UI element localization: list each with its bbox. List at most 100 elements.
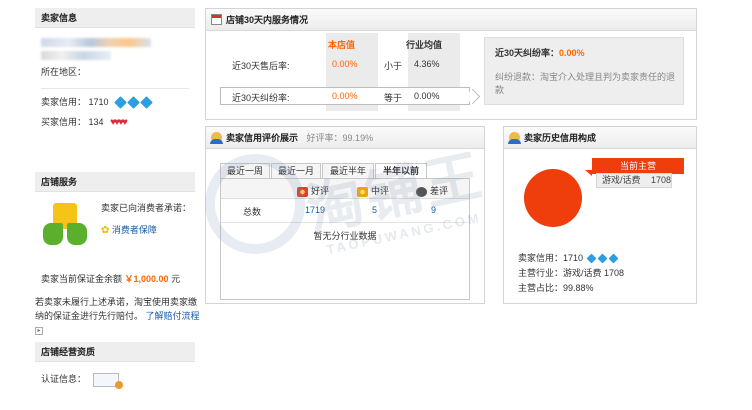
head-mid-label: 中评 xyxy=(371,186,390,196)
shop-qualification-title: 店铺经营资质 xyxy=(35,342,195,362)
location-label: 所在地区： xyxy=(41,67,87,77)
buyer-credit-line: 买家信用： 134 ♥♥♥♥ xyxy=(41,114,189,130)
head-good: 好评 xyxy=(297,184,329,197)
row2-industry: 0.00% xyxy=(414,91,440,101)
blurred-seller-name xyxy=(41,38,151,47)
history-industry-label: 主营行业： xyxy=(518,268,564,278)
service-30d-title: 店铺30天内服务情况 xyxy=(226,15,309,25)
credit-history-title: 卖家历史信用构成 xyxy=(524,133,597,143)
diamond-icon xyxy=(586,253,597,264)
seller-credit-line: 卖家信用： 1710 xyxy=(41,94,189,110)
consumer-protection-link[interactable]: 消费者保障 xyxy=(112,225,157,235)
promise-block: 卖家已向消费者承诺： ✿ 消费者保障 xyxy=(101,200,191,239)
consumer-protection-icon xyxy=(43,199,87,251)
arrow-right-icon[interactable]: ▸ xyxy=(35,326,43,335)
head-good-label: 好评 xyxy=(311,186,330,196)
good-rating-icon xyxy=(297,186,308,197)
deposit-line: 卖家当前保证金余额 ￥1,000.00 元 xyxy=(41,272,180,285)
no-industry-data: 暂无分行业数据 xyxy=(313,231,377,241)
note-line-2-wrap: 纳的保证金进行先行赔付。 了解赔付流程 ▸ xyxy=(35,309,210,337)
head-mid: 中评 xyxy=(357,184,389,197)
current-main-tag: 当前主营 xyxy=(585,158,684,176)
buyer-credit-value: 134 xyxy=(88,117,104,127)
deposit-unit: 元 xyxy=(171,274,181,284)
compensation-process-link[interactable]: 了解赔付流程 xyxy=(146,311,200,321)
history-credit-label: 卖家信用： xyxy=(518,253,564,263)
history-credit-value: 1710 xyxy=(563,253,584,263)
certificate-icon[interactable] xyxy=(92,372,123,389)
rating-table: 好评 中评 差评 总数 1719 5 9 暂无分行业数据 xyxy=(220,178,470,300)
calendar-icon xyxy=(211,14,222,25)
compensation-note: 若卖家未履行上述承诺，淘宝使用卖家缴 纳的保证金进行先行赔付。 了解赔付流程 ▸ xyxy=(35,295,210,337)
tag-value: 1708 xyxy=(651,175,672,185)
history-industry-line: 主营行业：游戏/话费 1708 xyxy=(518,266,624,281)
col-industry-avg: 行业均值 xyxy=(406,40,443,50)
promise-link-line: ✿ 消费者保障 xyxy=(101,222,191,239)
pie-slice-main-category[interactable] xyxy=(524,169,582,227)
row1-shop: 0.00% xyxy=(332,59,358,69)
history-share-label: 主营占比： xyxy=(518,283,564,293)
diamond-icon[interactable] xyxy=(114,96,127,109)
credit-rating-panel: 卖家信用评价展示 好评率：99.19% 最近一周 最近一月 最近半年 半年以前 … xyxy=(205,126,485,304)
history-industry-value: 游戏/话费 1708 xyxy=(563,268,625,278)
total-bad[interactable]: 9 xyxy=(431,205,436,215)
dispute-info-title-wrap: 近30天纠纷率：0.00% xyxy=(495,46,585,59)
diamond-icon xyxy=(597,253,608,264)
flower-icon: ✿ xyxy=(101,225,110,236)
qualification-body: 认证信息： xyxy=(35,362,195,393)
tab-before-half-year[interactable]: 半年以前 xyxy=(375,163,427,179)
shop-qualification-box: 店铺经营资质 认证信息： xyxy=(35,342,195,402)
seller-info-title: 卖家信息 xyxy=(35,8,195,28)
head-bad-label: 差评 xyxy=(430,186,449,196)
total-label: 总数 xyxy=(243,207,262,217)
dispute-info-desc: 纠纷退款：淘宝介入处理且判为卖家责任的退款 xyxy=(495,72,676,95)
row1-industry: 4.36% xyxy=(414,59,440,69)
good-rate-value: 99.19% xyxy=(342,133,374,143)
user-icon xyxy=(508,132,521,144)
location-line: 所在地区： xyxy=(41,64,189,80)
cert-label: 认证信息： xyxy=(41,374,87,384)
row1-label: 近30天售后率: xyxy=(232,61,290,71)
buyer-credit-label: 买家信用： xyxy=(41,117,87,127)
credit-history-panel: 卖家历史信用构成 当前主营 游戏/话费 1708 卖家信用：1710 主营行业：… xyxy=(503,126,697,304)
row2-compare: 等于 xyxy=(384,93,403,103)
tab-last-week[interactable]: 最近一周 xyxy=(220,163,270,179)
history-credit-line: 卖家信用：1710 xyxy=(518,251,624,266)
history-info: 卖家信用：1710 主营行业：游戏/话费 1708 主营占比：99.88% xyxy=(518,251,624,296)
note-line-2: 纳的保证金进行先行赔付。 xyxy=(35,311,144,321)
main-category-tag: 游戏/话费 1708 xyxy=(596,173,672,188)
row2-label: 近30天纠纷率: xyxy=(232,93,290,103)
service-30d-header: 店铺30天内服务情况 xyxy=(206,9,696,31)
user-icon xyxy=(210,132,223,144)
seller-credit-label: 卖家信用： xyxy=(41,97,87,107)
history-share-value: 99.88% xyxy=(563,283,594,293)
total-mid[interactable]: 5 xyxy=(372,205,377,215)
divider xyxy=(41,88,189,89)
shop-service-title: 店铺服务 xyxy=(35,172,195,192)
deposit-amount: ￥1,000.00 xyxy=(124,274,169,284)
seller-credit-value: 1710 xyxy=(88,97,109,107)
dispute-info-box: 近30天纠纷率：0.00% 纠纷退款：淘宝介入处理且判为卖家责任的退款 xyxy=(484,37,684,105)
total-good[interactable]: 1719 xyxy=(305,205,325,215)
seller-info-body: 所在地区： 卖家信用： 1710 买家信用： 134 ♥♥♥♥ xyxy=(35,28,195,136)
table-row: 总数 1719 5 9 xyxy=(221,199,469,223)
service-30d-panel: 店铺30天内服务情况 本店值 行业均值 近30天售后率: 0.00% 小于 4.… xyxy=(205,8,697,120)
credit-history-header: 卖家历史信用构成 xyxy=(504,127,696,149)
credit-rating-header: 卖家信用评价展示 好评率：99.19% xyxy=(206,127,484,149)
dispute-info-title: 近30天纠纷率： xyxy=(495,48,560,58)
good-rate-label: 好评率： xyxy=(306,133,343,143)
bad-rating-icon xyxy=(416,186,427,197)
row2-shop: 0.00% xyxy=(332,91,358,101)
diamond-icon[interactable] xyxy=(140,96,153,109)
tab-last-half-year[interactable]: 最近半年 xyxy=(322,163,374,179)
heart-icon[interactable]: ♥ xyxy=(122,115,128,131)
seller-info-box: 卖家信息 所在地区： 卖家信用： 1710 买家信用： 134 ♥♥♥♥ xyxy=(35,8,195,153)
blurred-seller-detail xyxy=(41,51,111,60)
tab-last-month[interactable]: 最近一月 xyxy=(271,163,321,179)
note-line-1: 若卖家未履行上述承诺，淘宝使用卖家缴 xyxy=(35,297,198,307)
row1-compare: 小于 xyxy=(384,61,403,71)
history-share-line: 主营占比：99.88% xyxy=(518,281,624,296)
good-rate: 好评率：99.19% xyxy=(307,133,374,143)
credit-rating-title: 卖家信用评价展示 xyxy=(226,133,299,143)
diamond-icon[interactable] xyxy=(127,96,140,109)
